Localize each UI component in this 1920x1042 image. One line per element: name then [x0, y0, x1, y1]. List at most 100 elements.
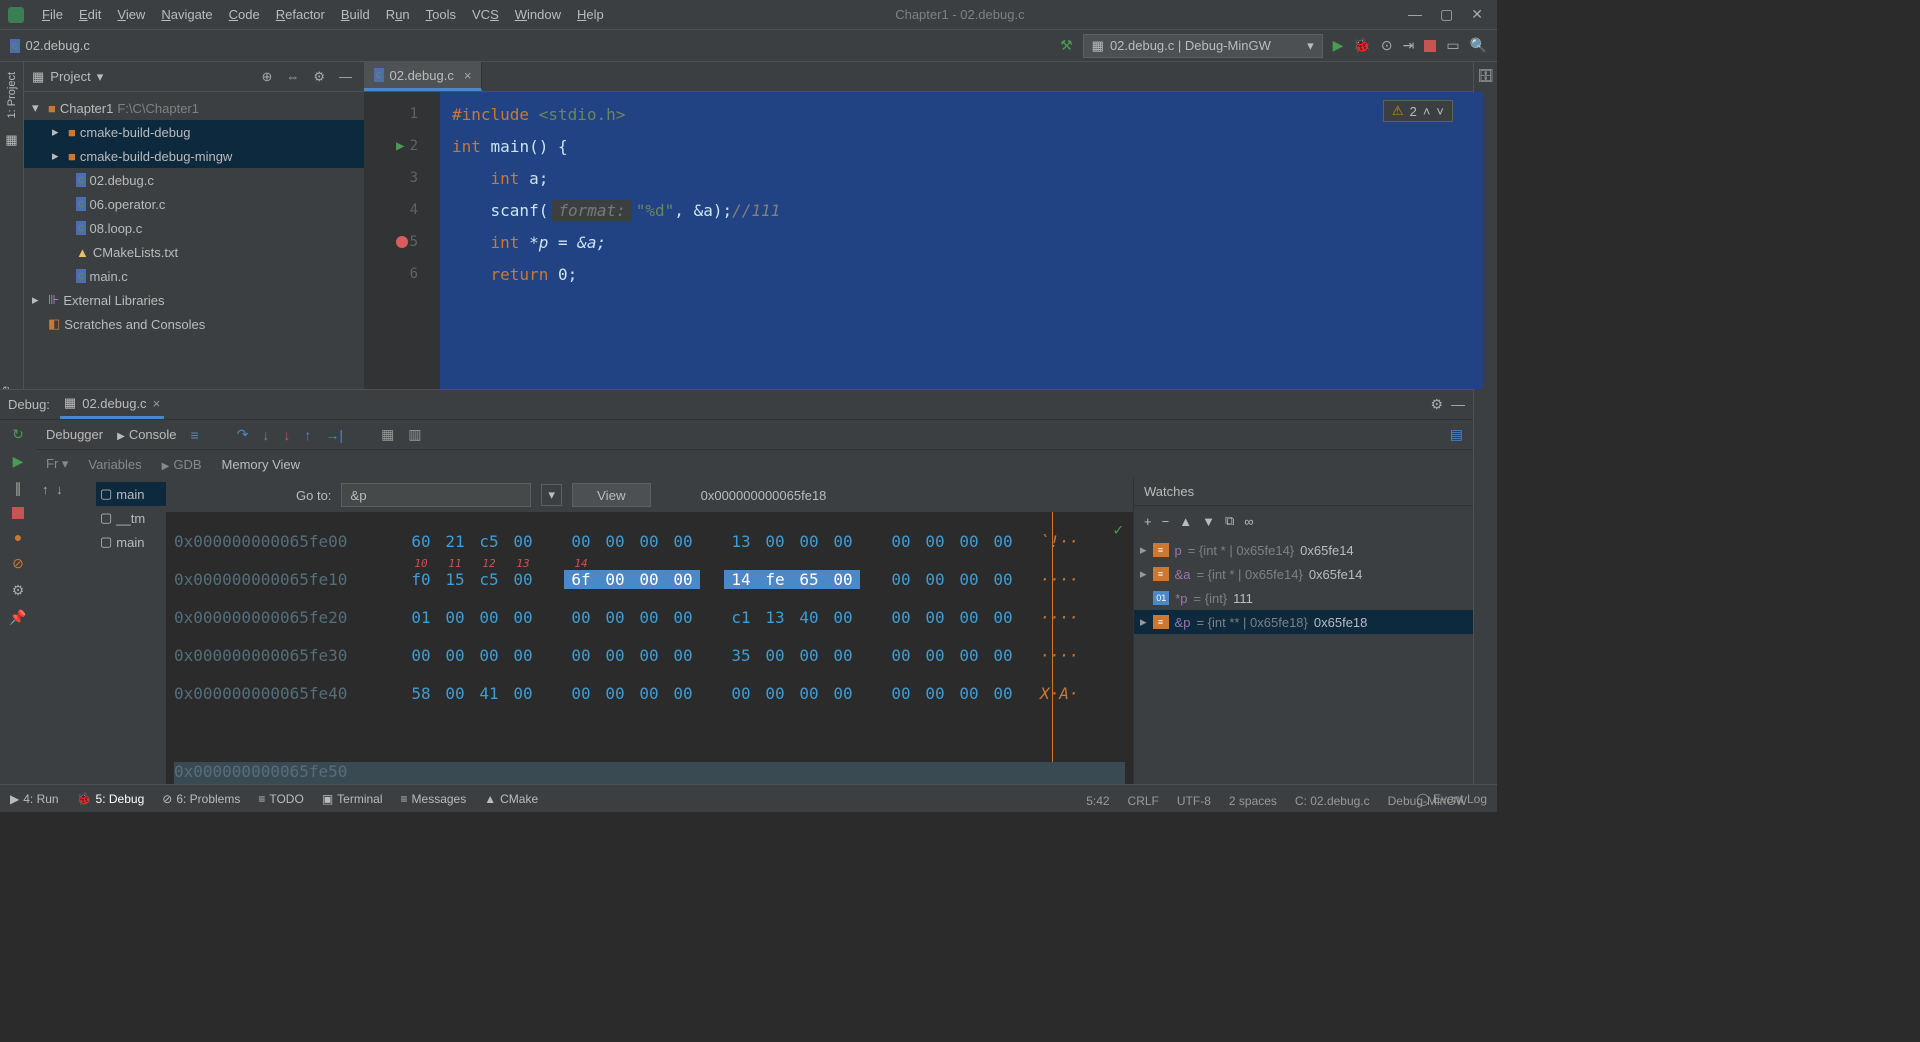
memory-byte[interactable]: 00 — [666, 570, 700, 589]
memory-byte[interactable]: 00 — [792, 532, 826, 551]
memory-byte[interactable]: 00 — [884, 570, 918, 589]
project-header-label[interactable]: Project — [50, 69, 90, 84]
memory-byte[interactable]: c512 — [472, 570, 506, 589]
memory-row[interactable]: 0x000000000065fe006021c50000000000130000… — [174, 522, 1125, 560]
memory-byte[interactable]: 00 — [826, 532, 860, 551]
memory-byte[interactable]: 00 — [986, 532, 1020, 551]
code[interactable]: #include <stdio.h> int main() { int a; s… — [440, 92, 1483, 389]
menu-view[interactable]: View — [109, 7, 153, 22]
memory-byte[interactable]: 60 — [404, 532, 438, 551]
menu-refactor[interactable]: Refactor — [268, 7, 333, 22]
memory-byte[interactable]: 21 — [438, 532, 472, 551]
threads-icon[interactable]: ≡ — [191, 427, 199, 443]
caret-pos[interactable]: 5:42 — [1086, 794, 1109, 808]
close-icon[interactable]: × — [153, 396, 161, 411]
memory-byte[interactable]: 00 — [952, 570, 986, 589]
project-tool-tab[interactable]: 1: Project — [6, 66, 18, 124]
memory-byte[interactable]: 00 — [632, 532, 666, 551]
run-to-cursor-icon[interactable]: →| — [325, 427, 343, 443]
memory-byte[interactable]: 00 — [918, 570, 952, 589]
settings-icon2[interactable]: ⚙ — [12, 582, 25, 599]
close-button[interactable]: ✕ — [1471, 6, 1483, 23]
memory-byte[interactable]: 00 — [986, 646, 1020, 665]
target-icon[interactable]: ⊕ — [257, 69, 276, 85]
memory-row[interactable]: 0x000000000065fe300000000000000000350000… — [174, 636, 1125, 674]
project-small-icon[interactable]: ▦ — [4, 132, 20, 148]
menu-edit[interactable]: Edit — [71, 7, 109, 22]
run-button[interactable]: ▶ — [1333, 37, 1344, 54]
pause-icon[interactable]: ∥ — [15, 480, 22, 497]
memory-byte[interactable]: 00 — [884, 532, 918, 551]
tree-file[interactable]: ▲CMakeLists.txt — [24, 240, 364, 264]
memory-row[interactable]: 0x000000000065fe200100000000000000c11340… — [174, 598, 1125, 636]
memory-byte[interactable]: 00 — [438, 646, 472, 665]
memory-byte[interactable]: 00 — [632, 684, 666, 703]
memory-byte[interactable]: 00 — [598, 608, 632, 627]
memory-byte[interactable]: 00 — [666, 646, 700, 665]
todo-tool-tab[interactable]: ≡ TODO — [258, 792, 303, 806]
memory-byte[interactable]: 14 — [724, 570, 758, 589]
memory-byte[interactable]: 00 — [884, 646, 918, 665]
glasses-icon[interactable]: ∞ — [1244, 514, 1253, 529]
pin-icon[interactable]: 📌 — [9, 609, 26, 626]
up-icon[interactable]: ˄ — [1423, 104, 1431, 119]
breakpoints-icon[interactable]: ● — [14, 529, 22, 545]
memory-byte[interactable]: 00 — [598, 646, 632, 665]
memory-byte[interactable]: 00 — [598, 532, 632, 551]
menu-tools[interactable]: Tools — [418, 7, 464, 22]
memory-byte[interactable]: 00 — [564, 684, 598, 703]
attach-button[interactable]: ⇥ — [1403, 37, 1415, 54]
force-step-icon[interactable]: ↓ — [283, 427, 290, 443]
minimize-button[interactable]: — — [1408, 6, 1422, 23]
memory-byte[interactable]: 00 — [438, 684, 472, 703]
memory-byte[interactable]: 00 — [986, 684, 1020, 703]
memory-byte[interactable]: 00 — [666, 608, 700, 627]
memory-byte[interactable]: 00 — [632, 646, 666, 665]
evaluate-icon[interactable]: ▦ — [381, 426, 394, 443]
frame-row[interactable]: ▢main — [96, 530, 166, 554]
run-gutter-icon[interactable]: ▶ — [396, 138, 404, 154]
memory-byte[interactable]: 00 — [952, 608, 986, 627]
tree-file[interactable]: c08.loop.c — [24, 216, 364, 240]
down-icon[interactable]: ˅ — [1436, 104, 1444, 119]
memory-byte[interactable]: 0013 — [506, 570, 540, 589]
memory-byte[interactable]: 00 — [952, 646, 986, 665]
copy-watch-icon[interactable]: ⧉ — [1225, 513, 1234, 529]
tree-folder[interactable]: ▸■ cmake-build-debug-mingw — [24, 144, 364, 168]
run-config-selector[interactable]: ▦ 02.debug.c | Debug-MinGW ▾ — [1083, 34, 1323, 58]
menu-file[interactable]: File — [34, 7, 71, 22]
indent[interactable]: 2 spaces — [1229, 794, 1277, 808]
console-tab[interactable]: Console — [117, 427, 176, 442]
memory-byte[interactable]: fe — [758, 570, 792, 589]
memory-byte[interactable]: 00 — [918, 646, 952, 665]
memory-byte[interactable]: 00 — [758, 646, 792, 665]
memory-byte[interactable]: 65 — [792, 570, 826, 589]
memory-byte[interactable]: 00 — [404, 646, 438, 665]
memory-grid[interactable]: ✓ 0x000000000065fe006021c500000000001300… — [166, 512, 1133, 784]
up-watch-icon[interactable]: ▲ — [1179, 514, 1192, 529]
breakpoint-icon[interactable] — [396, 236, 408, 248]
memory-byte[interactable]: 00 — [632, 608, 666, 627]
memory-byte[interactable]: 00 — [986, 608, 1020, 627]
memory-byte[interactable]: 00 — [598, 684, 632, 703]
view-button[interactable]: View — [572, 483, 651, 507]
memory-byte[interactable]: 00 — [472, 608, 506, 627]
gutter-line[interactable]: ▶2 — [364, 130, 426, 162]
line-ending[interactable]: CRLF — [1128, 794, 1159, 808]
encoding[interactable]: UTF-8 — [1177, 794, 1211, 808]
memory-byte[interactable]: f010 — [404, 570, 438, 589]
gear-icon[interactable]: ⚙ — [309, 69, 329, 85]
layout-button[interactable]: ▭ — [1446, 37, 1459, 54]
memory-byte[interactable]: 00 — [438, 608, 472, 627]
memory-byte[interactable]: 00 — [826, 570, 860, 589]
memory-byte[interactable]: 40 — [792, 608, 826, 627]
search-button[interactable]: 🔍 — [1470, 37, 1487, 54]
hide-panel-icon[interactable]: — — [1451, 396, 1465, 413]
menu-window[interactable]: Window — [507, 7, 569, 22]
gutter-line[interactable]: 4 — [364, 194, 426, 226]
messages-tool-tab[interactable]: ≡ Messages — [401, 792, 467, 806]
memory-byte[interactable]: 00 — [918, 608, 952, 627]
tree-file[interactable]: c06.operator.c — [24, 192, 364, 216]
memory-byte[interactable]: 00 — [506, 608, 540, 627]
memory-byte[interactable]: 00 — [564, 532, 598, 551]
